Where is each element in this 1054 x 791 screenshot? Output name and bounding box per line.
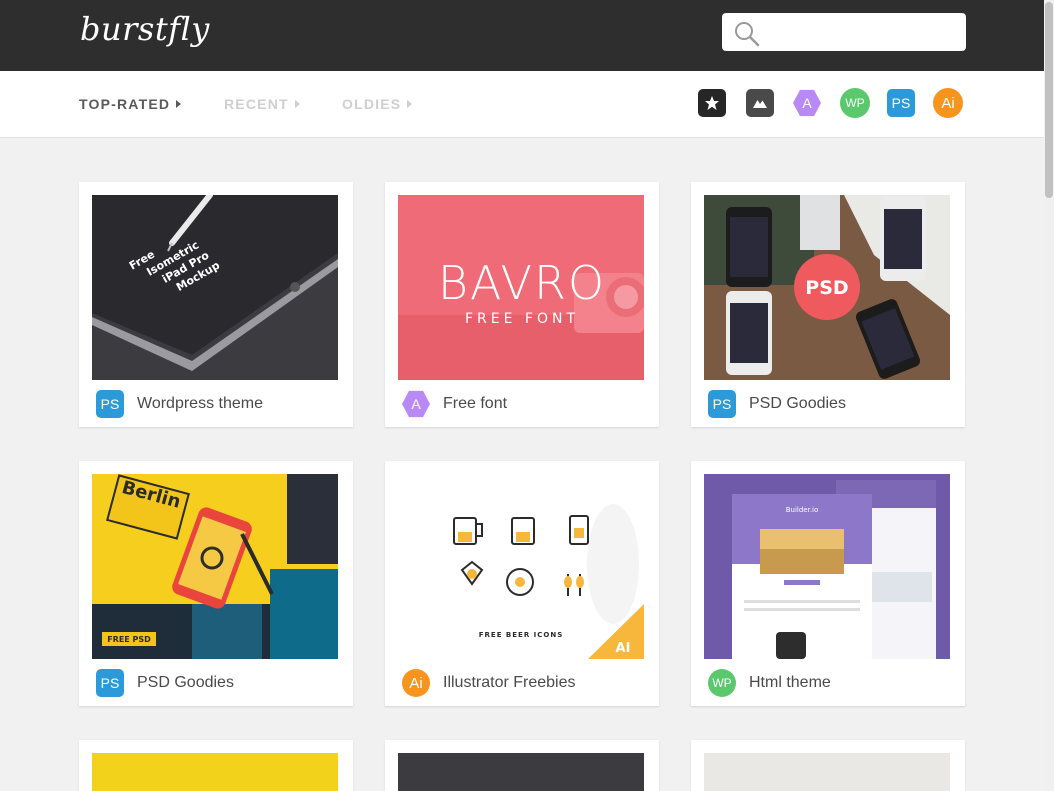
- card-item[interactable]: Berlin FREE PSD PS PSD Goodies: [79, 461, 353, 706]
- card-type-badge: WP: [708, 669, 736, 697]
- tab-top-rated[interactable]: TOP-RATED: [79, 96, 182, 112]
- thumb-text: AI: [616, 641, 631, 656]
- scrollbar-thumb[interactable]: [1045, 2, 1053, 198]
- search-icon: [735, 22, 760, 47]
- filter-photos-button[interactable]: [746, 89, 774, 117]
- card-item[interactable]: PSD PS PSD Goodies: [691, 182, 965, 427]
- card-item[interactable]: Free Isometric iPad Pro Mockup PS Wordpr…: [79, 182, 353, 427]
- card-type-badge: A: [402, 390, 430, 418]
- card-title[interactable]: PSD Goodies: [137, 674, 234, 692]
- card-title[interactable]: Illustrator Freebies: [443, 674, 576, 692]
- scrollbar-track[interactable]: [1044, 0, 1054, 791]
- card-thumbnail[interactable]: Builder.io: [704, 474, 950, 659]
- card-thumbnail[interactable]: Free Isometric iPad Pro Mockup: [92, 195, 338, 380]
- thumb-text: FREE BEER ICONS: [479, 631, 564, 639]
- filter-fonts-button[interactable]: A: [793, 89, 821, 117]
- thumb-text: PSD: [805, 277, 848, 299]
- card-type-badge: PS: [708, 390, 736, 418]
- caret-right-icon: [176, 100, 182, 108]
- filter-wordpress-button[interactable]: WP: [840, 88, 870, 118]
- card-title[interactable]: Free font: [443, 395, 507, 413]
- filter-illustrator-button[interactable]: Ai: [933, 88, 963, 118]
- thumb-text: FREE PSD: [107, 635, 151, 644]
- thumb-text: FREE FONT: [465, 311, 579, 327]
- star-icon: [705, 96, 719, 110]
- card-thumbnail[interactable]: BAVRO FREE FONT: [398, 195, 644, 380]
- card-item[interactable]: [385, 740, 659, 791]
- search-box[interactable]: [722, 13, 966, 51]
- card-title[interactable]: Html theme: [749, 674, 831, 692]
- caret-right-icon: [294, 100, 300, 108]
- thumb-text: Builder.io: [786, 506, 819, 514]
- card-title[interactable]: Wordpress theme: [137, 395, 263, 413]
- filter-top-button[interactable]: [698, 89, 726, 117]
- filter-bar: TOP-RATED RECENT OLDIES A WP PS Ai: [0, 71, 1054, 138]
- card-type-badge: PS: [96, 390, 124, 418]
- filter-photoshop-button[interactable]: PS: [887, 89, 915, 117]
- thumb-text: BAVRO: [438, 256, 606, 310]
- card-title[interactable]: PSD Goodies: [749, 395, 846, 413]
- card-thumbnail[interactable]: PSD: [704, 195, 950, 380]
- card-thumbnail[interactable]: [398, 753, 644, 791]
- top-header: burstfly: [0, 0, 1054, 71]
- caret-right-icon: [407, 100, 413, 108]
- tab-oldies[interactable]: OLDIES: [342, 96, 413, 112]
- card-type-badge: Ai: [402, 669, 430, 697]
- card-item[interactable]: Builder.io WP Html theme: [691, 461, 965, 706]
- tab-recent[interactable]: RECENT: [224, 96, 300, 112]
- image-icon: [753, 100, 767, 108]
- card-item[interactable]: [691, 740, 965, 791]
- card-item[interactable]: FREE BEER ICONS AI Ai Illustrator Freebi…: [385, 461, 659, 706]
- card-thumbnail[interactable]: Berlin FREE PSD: [92, 474, 338, 659]
- card-item[interactable]: [79, 740, 353, 791]
- card-type-badge: PS: [96, 669, 124, 697]
- card-thumbnail[interactable]: [704, 753, 950, 791]
- card-thumbnail[interactable]: FREE BEER ICONS AI: [398, 474, 644, 659]
- site-logo[interactable]: burstfly: [80, 10, 210, 48]
- search-input[interactable]: [766, 19, 956, 45]
- card-thumbnail[interactable]: [92, 753, 338, 791]
- card-item[interactable]: BAVRO FREE FONT A Free font: [385, 182, 659, 427]
